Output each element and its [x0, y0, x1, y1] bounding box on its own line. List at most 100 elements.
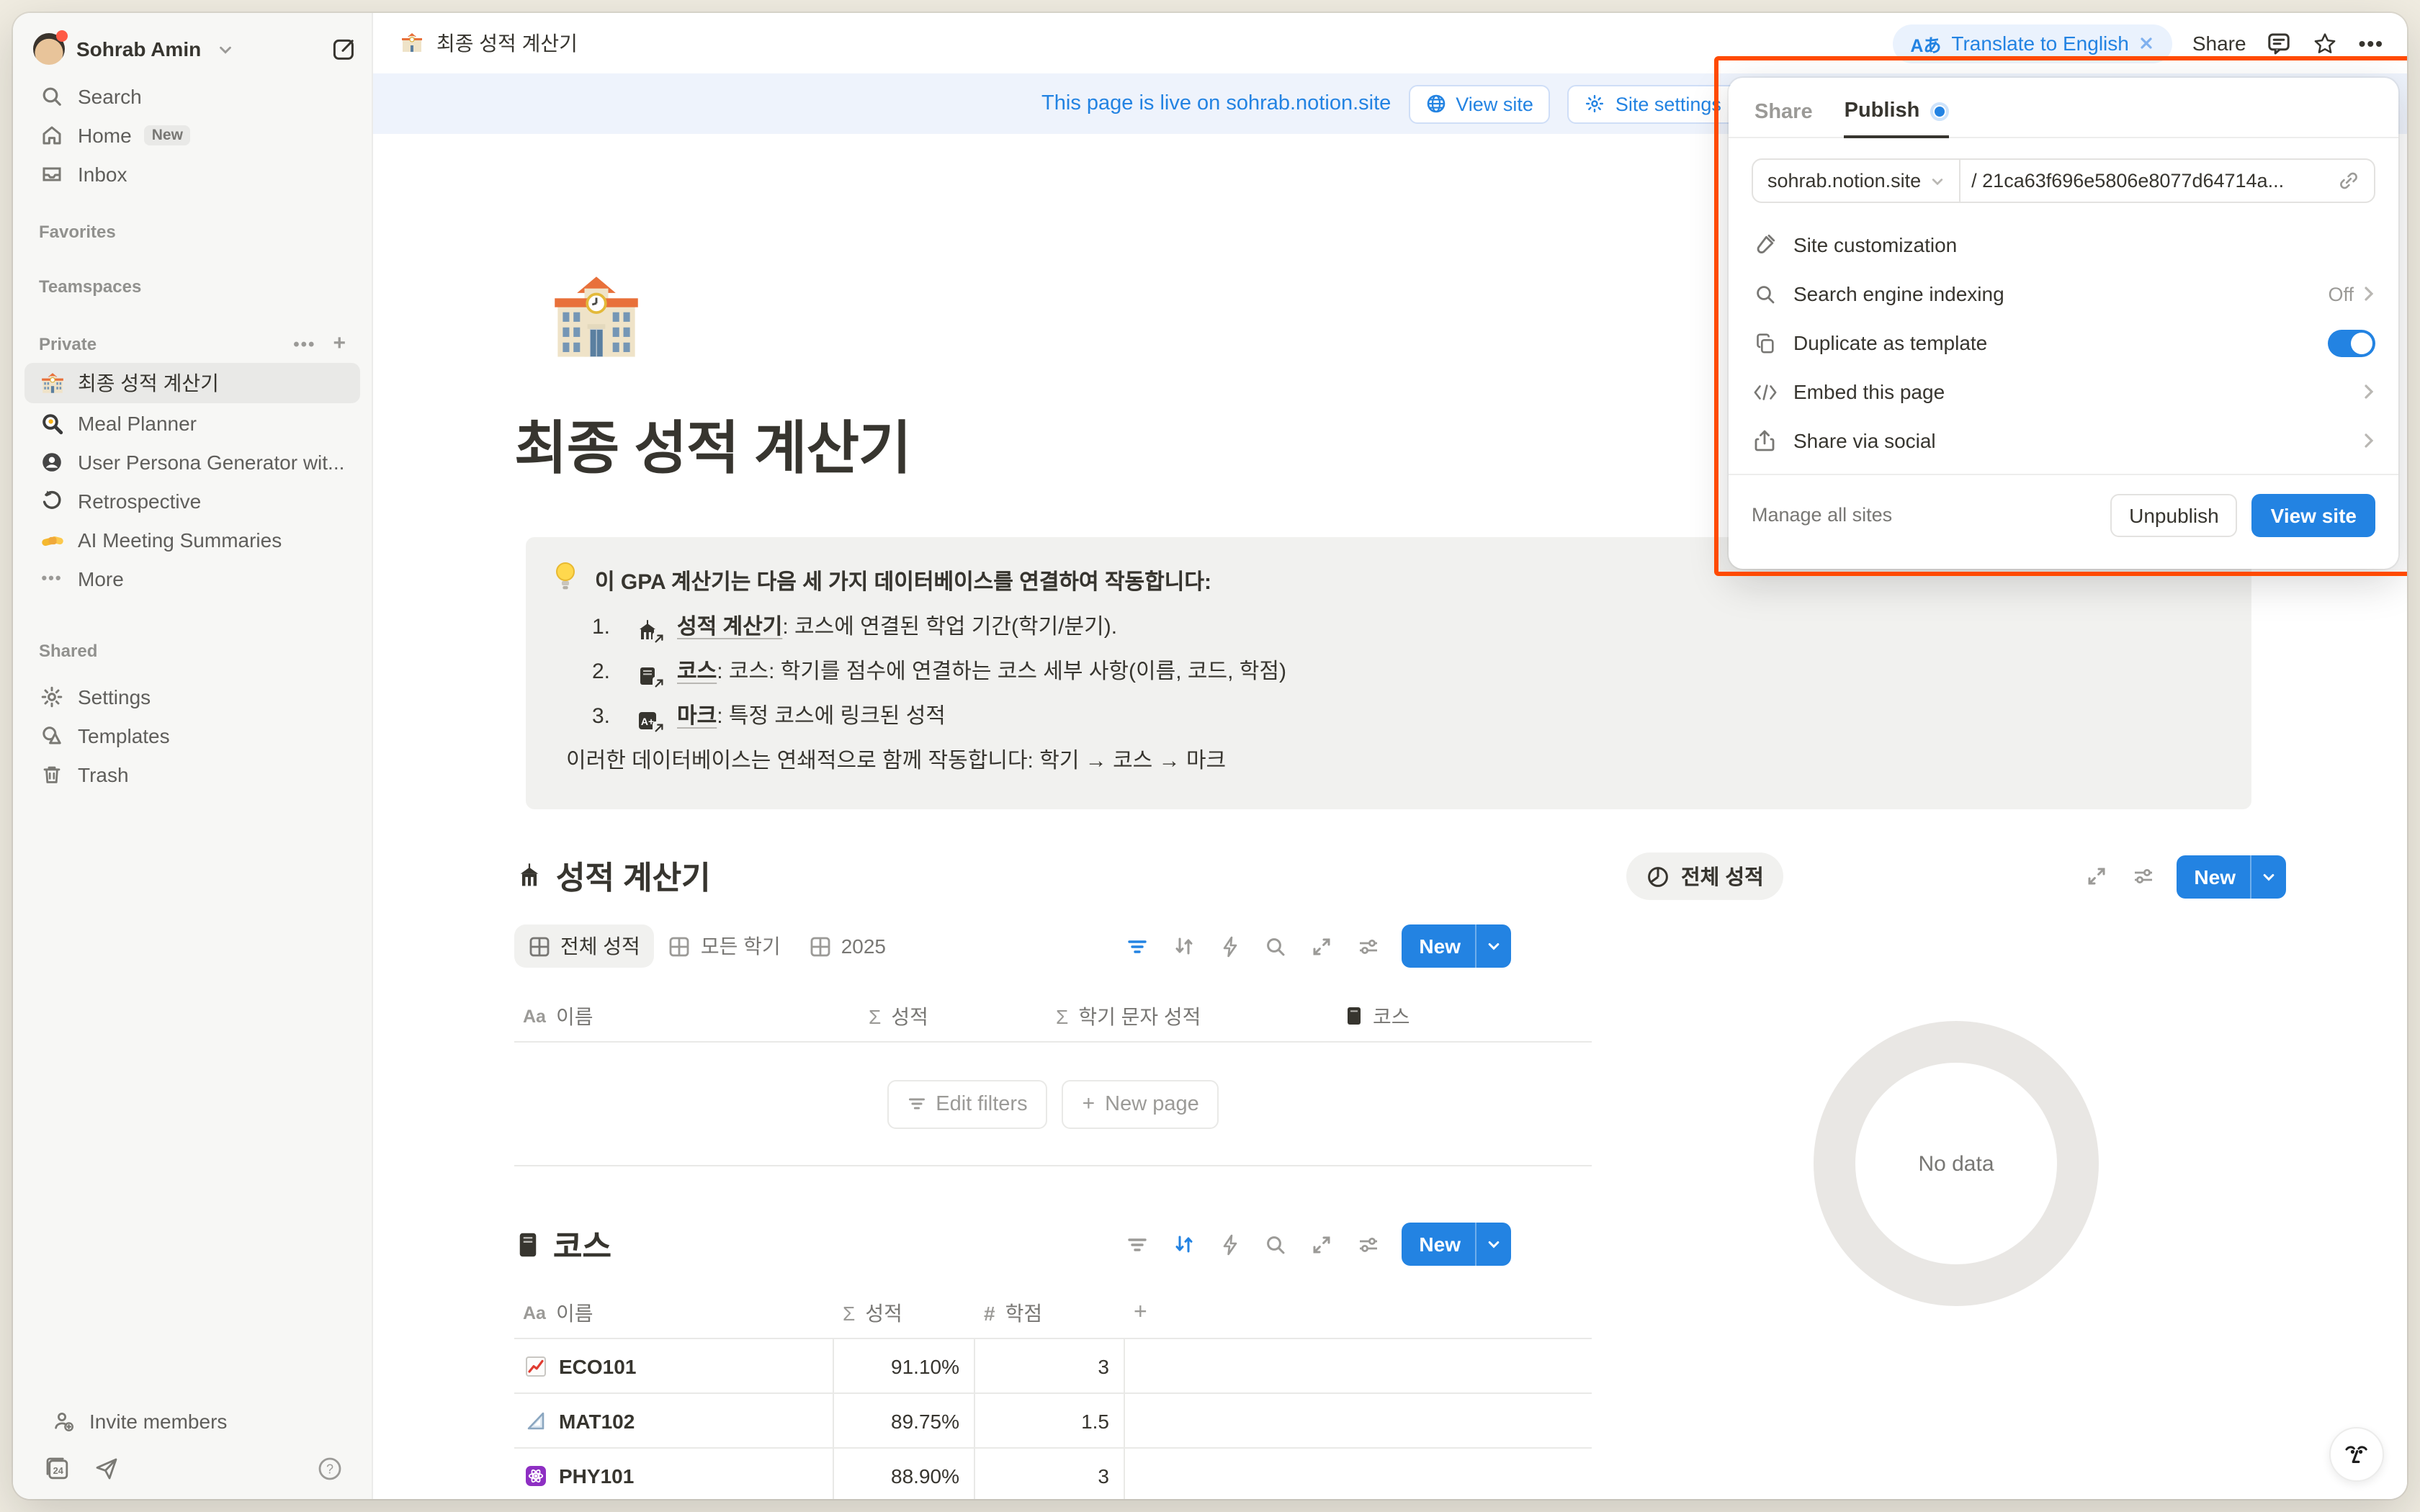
courses-db-title[interactable]: 코스: [553, 1221, 611, 1267]
no-data-label: No data: [1918, 1151, 1994, 1176]
lightning-icon[interactable]: [1217, 934, 1242, 958]
popup-item-embed-this-page[interactable]: Embed this page: [1729, 367, 2398, 416]
edit-filters-button[interactable]: Edit filters: [887, 1079, 1047, 1128]
view-site-button[interactable]: View site: [2252, 493, 2375, 536]
copy-link-icon[interactable]: [2335, 168, 2361, 194]
column-header-letter-grade[interactable]: Σ학기 문자 성적: [1047, 1002, 1335, 1030]
new-page-button[interactable]: + New page: [1062, 1079, 1219, 1128]
manage-all-sites-link[interactable]: Manage all sites: [1752, 504, 1892, 526]
close-icon[interactable]: [2139, 35, 2155, 51]
expand-icon[interactable]: [1309, 1232, 1334, 1256]
banner-site-settings-button[interactable]: Site settings: [1568, 84, 1739, 123]
chart-new-button[interactable]: New: [2177, 855, 2286, 898]
column-header-name[interactable]: Aa이름: [514, 1298, 834, 1327]
banner-view-site-button[interactable]: View site: [1408, 84, 1551, 123]
callout-outro: 이러한 데이터베이스는 연쇄적으로 함께 작동합니다: 학기 → 코스 → 마크: [552, 739, 2226, 783]
sidebar: Sohrab Amin Search Home New Inbox Favori…: [13, 13, 373, 1499]
column-header-grade[interactable]: Σ성적: [834, 1298, 975, 1327]
sidebar-page-user-persona[interactable]: User Persona Generator wit...: [24, 444, 360, 481]
filter-icon[interactable]: [1125, 934, 1150, 958]
popup-tab-share[interactable]: Share: [1754, 101, 1813, 137]
column-header-name[interactable]: Aa이름: [514, 1002, 860, 1030]
sidebar-item-templates[interactable]: Templates: [24, 717, 360, 755]
site-url-bar[interactable]: sohrab.notion.site / 21ca63f696e5806e807…: [1752, 158, 2375, 203]
popup-item-share-via-social[interactable]: Share via social: [1729, 416, 2398, 465]
site-domain-select[interactable]: sohrab.notion.site: [1753, 160, 1960, 202]
section-teamspaces[interactable]: Teamspaces: [13, 271, 372, 302]
search-icon[interactable]: [1263, 1232, 1288, 1256]
chevron-down-icon[interactable]: [1475, 924, 1511, 968]
grades-db-title[interactable]: 성적 계산기: [556, 852, 711, 899]
sidebar-item-home[interactable]: Home New: [24, 117, 360, 154]
sidebar-item-inbox[interactable]: Inbox: [24, 156, 360, 193]
table-row-mat102[interactable]: MAT102 89.75% 1.5: [514, 1394, 1592, 1449]
table-row-phy101[interactable]: PHY101 88.90% 3: [514, 1449, 1592, 1499]
popup-item-site-customization[interactable]: Site customization: [1729, 220, 2398, 269]
chevron-down-icon[interactable]: [2250, 855, 2286, 898]
add-column-button[interactable]: +: [1125, 1300, 1211, 1326]
sidebar-page-ai-meeting-summaries[interactable]: AI Meeting Summaries: [24, 521, 360, 559]
lightning-icon[interactable]: [1217, 1232, 1242, 1256]
sort-icon[interactable]: [1171, 934, 1196, 958]
sidebar-item-search[interactable]: Search: [24, 78, 360, 115]
grades-view-bar: 전체 성적 모든 학기 2025: [514, 922, 1592, 971]
settings-sliders-icon[interactable]: [1355, 934, 1380, 958]
linked-page-grade-calc[interactable]: 성적 계산기: [677, 615, 782, 639]
expand-icon[interactable]: [2084, 864, 2109, 888]
page-icon-school[interactable]: [549, 272, 644, 367]
callout-item-3: 3. A+ 마크: 특정 코스에 링크된 성적: [552, 694, 2226, 739]
sidebar-item-trash[interactable]: Trash: [24, 756, 360, 793]
column-header-grade[interactable]: Σ성적: [860, 1002, 1047, 1030]
column-header-course[interactable]: 코스: [1335, 1002, 1592, 1030]
table-row-eco101[interactable]: ECO101 91.10% 3: [514, 1339, 1592, 1394]
breadcrumb[interactable]: 최종 성적 계산기: [399, 29, 578, 58]
linked-page-marks[interactable]: 마크: [677, 704, 717, 729]
view-tab-all-grades[interactable]: 전체 성적: [514, 924, 655, 968]
chart-view-tab[interactable]: 전체 성적: [1626, 852, 1784, 900]
help-icon[interactable]: ?: [317, 1456, 343, 1482]
sidebar-page-retrospective[interactable]: Retrospective: [24, 482, 360, 520]
section-shared[interactable]: Shared: [13, 635, 372, 667]
sidebar-page-meal-planner[interactable]: Meal Planner: [24, 405, 360, 442]
more-options-icon[interactable]: •••: [2359, 32, 2384, 55]
settings-sliders-icon[interactable]: [2130, 864, 2155, 888]
callout-block[interactable]: 이 GPA 계산기는 다음 세 가지 데이터베이스를 연결하여 작동합니다: 1…: [526, 537, 2251, 809]
courses-new-button[interactable]: New: [1402, 1223, 1511, 1266]
section-private[interactable]: Private ••• +: [13, 325, 372, 361]
sidebar-page-grade-calculator[interactable]: 최종 성적 계산기: [24, 363, 360, 403]
popup-tab-publish[interactable]: Publish: [1845, 99, 1949, 138]
sort-icon[interactable]: [1171, 1232, 1196, 1256]
new-page-compose-icon[interactable]: [331, 36, 357, 62]
grades-new-button[interactable]: New: [1402, 924, 1511, 968]
favorite-star-icon[interactable]: [2313, 30, 2339, 56]
sidebar-item-settings[interactable]: Settings: [24, 678, 360, 716]
sidebar-item-more[interactable]: ••• More: [24, 560, 360, 598]
private-more-icon[interactable]: •••: [293, 333, 315, 354]
column-header-credit[interactable]: #학점: [975, 1298, 1125, 1327]
notion-face-button[interactable]: [2329, 1427, 2384, 1482]
chevron-right-icon: [2362, 285, 2375, 302]
linked-page-courses[interactable]: 코스: [677, 660, 717, 684]
settings-sliders-icon[interactable]: [1355, 1232, 1380, 1256]
workspace-switcher[interactable]: Sohrab Amin: [13, 30, 372, 76]
section-favorites[interactable]: Favorites: [13, 216, 372, 248]
expand-icon[interactable]: [1309, 934, 1334, 958]
view-tab-all-terms[interactable]: 모든 학기: [655, 924, 795, 968]
private-add-icon[interactable]: +: [333, 331, 346, 356]
share-button[interactable]: Share: [2192, 32, 2246, 55]
search-icon[interactable]: [1263, 934, 1288, 958]
translate-pill[interactable]: Aあ Translate to English: [1893, 24, 2172, 63]
filter-icon[interactable]: [1125, 1232, 1150, 1256]
comments-icon[interactable]: [2267, 30, 2293, 56]
popup-item-search-engine-indexing[interactable]: Search engine indexing Off: [1729, 269, 2398, 318]
sidebar-item-label: More: [78, 567, 124, 590]
invite-members-button[interactable]: Invite members: [36, 1403, 349, 1440]
chevron-down-icon[interactable]: [1475, 1223, 1511, 1266]
duplicate-toggle-on[interactable]: [2328, 329, 2375, 356]
view-tab-2025[interactable]: 2025: [795, 927, 900, 965]
popup-item-duplicate-as-template[interactable]: Duplicate as template: [1729, 318, 2398, 367]
unpublish-button[interactable]: Unpublish: [2110, 493, 2238, 536]
calendar-icon[interactable]: 24: [45, 1456, 71, 1482]
site-path-input[interactable]: / 21ca63f696e5806e8077d64714a...: [1960, 170, 2335, 192]
paper-plane-icon[interactable]: [94, 1456, 120, 1482]
